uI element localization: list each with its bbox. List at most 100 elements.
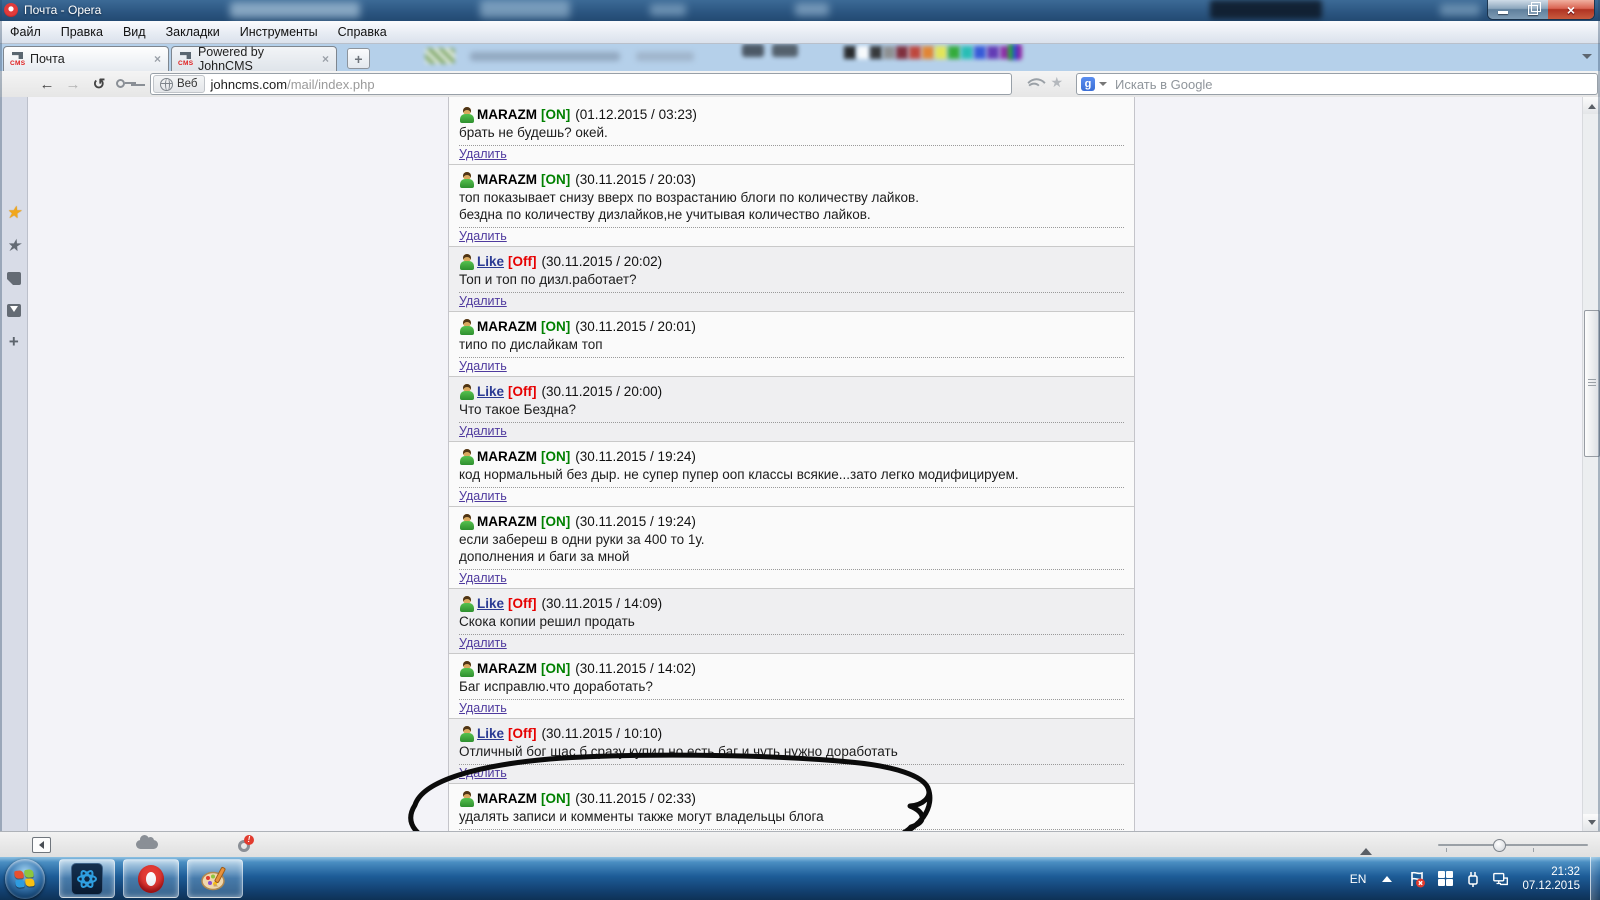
tab-johncms[interactable]: CMS Powered by JohnCMS ×: [171, 46, 337, 71]
scroll-up-button[interactable]: [1583, 97, 1600, 114]
scroll-down-button[interactable]: [1583, 814, 1600, 831]
delete-link[interactable]: Удалить: [459, 571, 507, 585]
power-plug-icon[interactable]: [1464, 870, 1482, 888]
delete-link[interactable]: Удалить: [459, 701, 507, 715]
message-timestamp: (30.11.2015 / 20:02): [542, 252, 663, 271]
message-row: Like [Off] (30.11.2015 / 20:02) Топ и то…: [449, 247, 1134, 312]
opera-link-cloud-icon[interactable]: [136, 840, 158, 849]
message-username[interactable]: Like: [477, 724, 504, 743]
panel-toggle-button[interactable]: [32, 837, 51, 853]
online-status-badge: [ON]: [541, 789, 570, 808]
message-text: Топ и топ по дизл.работает?: [459, 271, 1124, 288]
add-panel-icon[interactable]: +: [5, 333, 22, 350]
message-row: MARAZM [ON] (01.12.2015 / 03:23) брать н…: [449, 100, 1134, 165]
paint-palette-color: [896, 46, 908, 59]
delete-link[interactable]: Удалить: [459, 636, 507, 650]
wand-password-icon[interactable]: [116, 79, 138, 89]
close-button[interactable]: ×: [1548, 0, 1594, 19]
delete-link[interactable]: Удалить: [459, 229, 507, 243]
taskbar-app-paint[interactable]: [187, 859, 243, 898]
search-input[interactable]: [1113, 76, 1597, 93]
message-row: MARAZM [ON] (30.11.2015 / 14:02) Баг исп…: [449, 654, 1134, 719]
scrollbar-thumb[interactable]: [1584, 310, 1600, 457]
message-username[interactable]: MARAZM: [477, 789, 537, 808]
window-controls: ×: [1488, 0, 1594, 19]
user-avatar-icon: [459, 791, 475, 807]
message-username[interactable]: MARAZM: [477, 105, 537, 124]
message-username[interactable]: Like: [477, 594, 504, 613]
notes-icon[interactable]: [5, 270, 22, 287]
windows-taskbar: EN: [0, 857, 1600, 900]
security-badge[interactable]: Веб: [153, 75, 205, 93]
address-bar[interactable]: Веб johncms.com/mail/index.php ★: [150, 73, 1012, 95]
fit-to-width-icon[interactable]: [1360, 842, 1372, 855]
search-engine-dropdown-icon[interactable]: [1099, 82, 1107, 90]
paint-palette-color: [883, 46, 895, 59]
message-text: Скока копии решил продать: [459, 613, 1124, 630]
delete-link[interactable]: Удалить: [459, 294, 507, 308]
menu-view[interactable]: Вид: [113, 21, 156, 43]
window-title: Почта - Opera: [24, 3, 101, 17]
panel-strip: ★ ★ +: [0, 97, 28, 831]
delete-link[interactable]: Удалить: [459, 489, 507, 503]
speed-dial-star-icon[interactable]: ★: [5, 204, 22, 221]
back-button[interactable]: ←: [34, 76, 60, 93]
zoom-slider-handle[interactable]: [1493, 839, 1506, 852]
bookmarks-star-icon[interactable]: ★: [5, 237, 22, 254]
tab-list-dropdown-icon[interactable]: [1582, 54, 1592, 64]
user-avatar-icon: [459, 661, 475, 677]
restore-button[interactable]: [1518, 0, 1548, 19]
start-button[interactable]: [5, 859, 45, 899]
menu-tools[interactable]: Инструменты: [230, 21, 328, 43]
action-center-flag-icon[interactable]: [1408, 870, 1426, 888]
user-avatar-icon: [459, 254, 475, 270]
reload-button[interactable]: ↺: [86, 75, 112, 93]
opera-sync-icon[interactable]: !: [238, 837, 254, 852]
taskbar-app-battlenet[interactable]: [59, 859, 115, 898]
globe-icon: [160, 78, 173, 91]
message-username[interactable]: MARAZM: [477, 170, 537, 189]
taskbar-app-opera[interactable]: [123, 859, 179, 898]
tab-close-icon[interactable]: ×: [154, 52, 161, 66]
bookmark-star-icon[interactable]: ★: [1050, 76, 1063, 89]
show-desktop-button[interactable]: [1590, 857, 1600, 900]
forward-button[interactable]: →: [60, 76, 86, 93]
message-header: MARAZM [ON] (01.12.2015 / 03:23): [459, 105, 1124, 124]
system-tray: EN: [1350, 857, 1600, 900]
message-timestamp: (30.11.2015 / 10:10): [542, 724, 663, 743]
search-bar[interactable]: g: [1076, 73, 1598, 95]
delete-link[interactable]: Удалить: [459, 766, 507, 780]
menu-help[interactable]: Справка: [328, 21, 397, 43]
title-bar[interactable]: Почта - Opera ×: [0, 0, 1600, 21]
downloads-icon[interactable]: [5, 302, 22, 319]
rss-feed-icon[interactable]: [1029, 76, 1042, 89]
url-path: /mail/index.php: [287, 77, 374, 92]
message-username[interactable]: MARAZM: [477, 659, 537, 678]
navigation-toolbar: ← → ↺ Веб johncms.com/mail/index.php ★ g: [0, 71, 1600, 98]
new-tab-button[interactable]: +: [347, 48, 370, 69]
paint-palette-color: [987, 46, 999, 59]
vertical-scrollbar[interactable]: [1582, 97, 1600, 831]
delete-link[interactable]: Удалить: [459, 359, 507, 373]
show-hidden-icons[interactable]: [1382, 871, 1392, 882]
message-username[interactable]: MARAZM: [477, 512, 537, 531]
clock[interactable]: 21:32 07.12.2015: [1522, 865, 1580, 893]
tab-mail[interactable]: CMS Почта ×: [3, 46, 169, 71]
johncms-favicon: CMS: [10, 52, 26, 66]
zoom-slider[interactable]: [1438, 844, 1588, 846]
message-username[interactable]: MARAZM: [477, 447, 537, 466]
message-username[interactable]: Like: [477, 382, 504, 401]
tab-close-icon[interactable]: ×: [322, 52, 329, 66]
get-windows-10-icon[interactable]: [1436, 870, 1454, 888]
message-username[interactable]: Like: [477, 252, 504, 271]
language-indicator[interactable]: EN: [1350, 872, 1367, 886]
minimize-button[interactable]: [1488, 0, 1518, 19]
menu-bookmarks[interactable]: Закладки: [156, 21, 230, 43]
message-username[interactable]: MARAZM: [477, 317, 537, 336]
network-icon[interactable]: [1492, 870, 1510, 888]
menu-edit[interactable]: Правка: [51, 21, 113, 43]
delete-link[interactable]: Удалить: [459, 424, 507, 438]
delete-link[interactable]: Удалить: [459, 147, 507, 161]
menu-file[interactable]: Файл: [0, 21, 51, 43]
paint-palette-color: [909, 46, 921, 59]
